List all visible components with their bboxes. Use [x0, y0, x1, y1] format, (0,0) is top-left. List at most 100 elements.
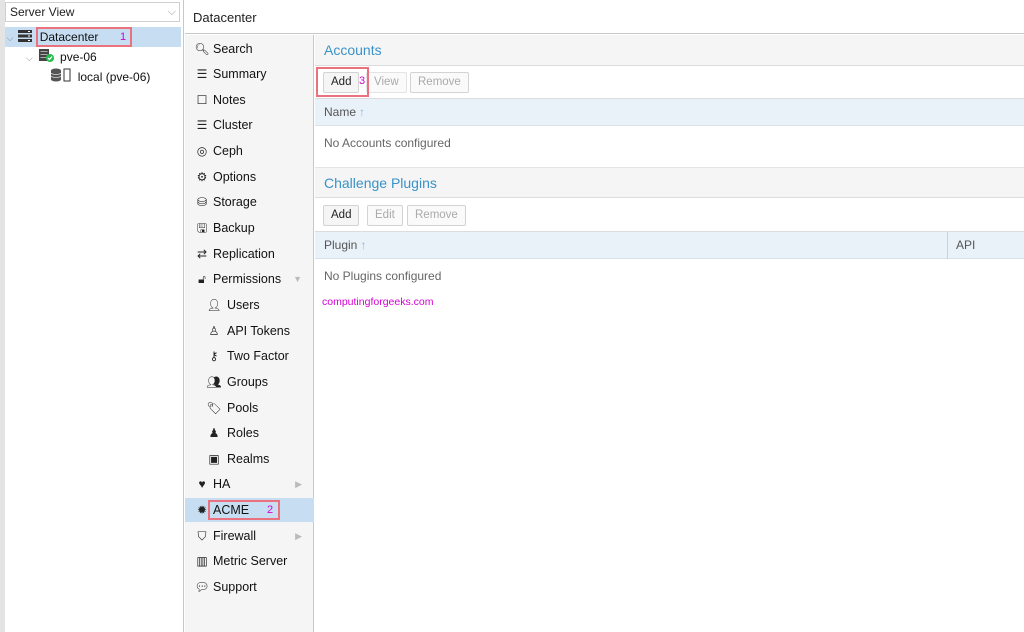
- edit-plugin-button[interactable]: Edit: [367, 205, 403, 226]
- menu-item-roles[interactable]: ♟ Roles: [185, 421, 314, 445]
- annotation-box-1: [36, 27, 132, 47]
- add-plugin-button[interactable]: Add: [323, 205, 360, 226]
- menu-label: Roles: [227, 426, 259, 440]
- menu-label: HA: [213, 477, 231, 491]
- tree-item-storage[interactable]: local (pve-06): [5, 67, 181, 87]
- menu-label: Storage: [213, 195, 257, 209]
- tree-item-node[interactable]: ⌵ pve-06: [5, 47, 181, 67]
- menu-item-firewall[interactable]: ⛉ Firewall ▶: [185, 524, 314, 548]
- menu-item-notes[interactable]: ☐ Notes: [185, 88, 314, 112]
- plugins-empty-text: No Plugins configured: [324, 269, 442, 283]
- backup-icon: 🖫︎: [196, 221, 208, 235]
- accounts-empty-text: No Accounts configured: [324, 136, 451, 150]
- menu-label: Backup: [213, 221, 255, 235]
- menu-label: API Tokens: [227, 324, 291, 338]
- notes-icon: ☐: [196, 93, 208, 107]
- search-icon: 🔍︎: [194, 42, 210, 56]
- sort-ascending-icon: ↑: [359, 105, 366, 119]
- menu-label: Notes: [213, 93, 246, 107]
- accounts-toolbar: Add View Remove: [315, 66, 1024, 99]
- menu-label: Two Factor: [227, 349, 289, 363]
- database-icon: ⛁: [196, 195, 208, 209]
- shield-icon: ⛉: [197, 529, 207, 543]
- ceph-icon: ◎: [196, 144, 208, 158]
- menu-item-metric-server[interactable]: ▥ Metric Server: [185, 549, 314, 573]
- comments-icon: 💬︎: [194, 580, 210, 594]
- column-header-name[interactable]: Name ↑: [324, 105, 365, 119]
- page-title: Datacenter: [193, 10, 257, 25]
- plugins-grid-header: Plugin ↑ API: [315, 232, 1024, 259]
- caret-right-icon[interactable]: ▶: [295, 472, 302, 496]
- menu-item-summary[interactable]: ☰ Summary: [185, 62, 314, 86]
- resource-tree-panel: Server View ⌵ ⌵ Datacenter 1 ⌵ pve-06 lo…: [0, 0, 184, 632]
- menu-item-users[interactable]: 👤︎ Users: [185, 293, 314, 317]
- menu-label: Realms: [227, 452, 270, 466]
- menu-item-cluster[interactable]: ☰ Cluster: [185, 113, 314, 137]
- menu-item-options[interactable]: ⚙ Options: [185, 165, 314, 189]
- view-select[interactable]: Server View ⌵: [5, 2, 180, 22]
- chevron-down-icon[interactable]: ⌵: [168, 3, 176, 21]
- panel-edge: [0, 0, 5, 632]
- column-header-plugin[interactable]: Plugin ↑: [324, 238, 366, 252]
- expand-toggle-icon[interactable]: ⌵: [24, 48, 34, 68]
- menu-label: Ceph: [213, 144, 243, 158]
- menu-label: Options: [213, 170, 257, 184]
- column-label: Plugin: [324, 238, 358, 252]
- accounts-panel-header: Accounts: [315, 35, 1024, 66]
- annotation-number-3: 3: [359, 75, 366, 87]
- accounts-grid-header: Name ↑: [315, 99, 1024, 126]
- address-book-icon: ▣: [208, 452, 220, 466]
- bar-chart-icon: ▥: [196, 554, 208, 568]
- column-header-api[interactable]: API: [956, 238, 975, 252]
- menu-item-search[interactable]: 🔍︎ Search: [185, 37, 314, 61]
- column-label: Name: [324, 105, 357, 119]
- plugins-title: Challenge Plugins: [324, 175, 437, 191]
- menu-label: Users: [227, 298, 260, 312]
- sort-ascending-icon: ↑: [360, 238, 367, 252]
- menu-label: Groups: [227, 375, 268, 389]
- menu-item-realms[interactable]: ▣ Realms: [185, 447, 314, 471]
- key-icon: ⚷: [209, 349, 219, 363]
- menu-item-permissions[interactable]: 🔓︎ Permissions ▼: [185, 267, 314, 291]
- user-outline-icon: ♙: [208, 324, 220, 338]
- menu-label: Summary: [213, 67, 267, 81]
- remove-plugin-button[interactable]: Remove: [407, 205, 466, 226]
- menu-label: Support: [213, 580, 257, 594]
- gear-icon: ⚙: [196, 170, 208, 184]
- tree-label-node: pve-06: [60, 50, 97, 64]
- menu-item-ha[interactable]: ♥ HA ▶: [185, 472, 314, 496]
- menu-item-support[interactable]: 💬︎ Support: [185, 575, 314, 599]
- male-icon: ♟: [208, 426, 220, 440]
- unlock-icon: 🔓︎: [198, 272, 206, 286]
- acme-content: Accounts Add View Remove 3 Name ↑ No Acco…: [315, 35, 1024, 632]
- caret-right-icon[interactable]: ▶: [295, 524, 302, 548]
- menu-label: Permissions: [213, 272, 282, 286]
- menu-item-backup[interactable]: 🖫︎ Backup: [185, 216, 314, 240]
- menu-item-api-tokens[interactable]: ♙ API Tokens: [185, 319, 314, 343]
- expand-toggle-icon[interactable]: ⌵: [5, 28, 15, 48]
- menu-label: Pools: [227, 401, 259, 415]
- user-icon: 👤︎: [206, 298, 222, 312]
- datacenter-menu: 🔍︎ Search ☰ Summary ☐ Notes ☰ Cluster ◎ …: [185, 35, 314, 632]
- plugins-panel-header: Challenge Plugins: [315, 167, 1024, 198]
- content-title-bar: Datacenter: [185, 0, 1024, 34]
- menu-item-groups[interactable]: 👥︎ Groups: [185, 370, 314, 394]
- view-account-button[interactable]: View: [366, 72, 407, 93]
- menu-label: Metric Server: [213, 554, 288, 568]
- menu-item-replication[interactable]: ⇄ Replication: [185, 242, 314, 266]
- node-online-icon: [38, 48, 54, 68]
- users-icon: 👥︎: [206, 375, 222, 389]
- annotation-number-2: 2: [267, 504, 274, 516]
- remove-account-button[interactable]: Remove: [410, 72, 469, 93]
- heartbeat-icon: ♥: [198, 477, 206, 491]
- menu-item-storage[interactable]: ⛁ Storage: [185, 190, 314, 214]
- menu-item-pools[interactable]: 🏷︎ Pools: [185, 396, 314, 420]
- menu-label: Firewall: [213, 529, 257, 543]
- column-separator[interactable]: [947, 232, 948, 259]
- menu-item-ceph[interactable]: ◎ Ceph: [185, 139, 314, 163]
- menu-label: Cluster: [213, 118, 253, 132]
- menu-item-two-factor[interactable]: ⚷ Two Factor: [185, 344, 314, 368]
- caret-down-icon[interactable]: ▼: [293, 267, 302, 291]
- watermark-text: computingforgeeks.com: [322, 296, 434, 308]
- datacenter-icon: [18, 28, 33, 48]
